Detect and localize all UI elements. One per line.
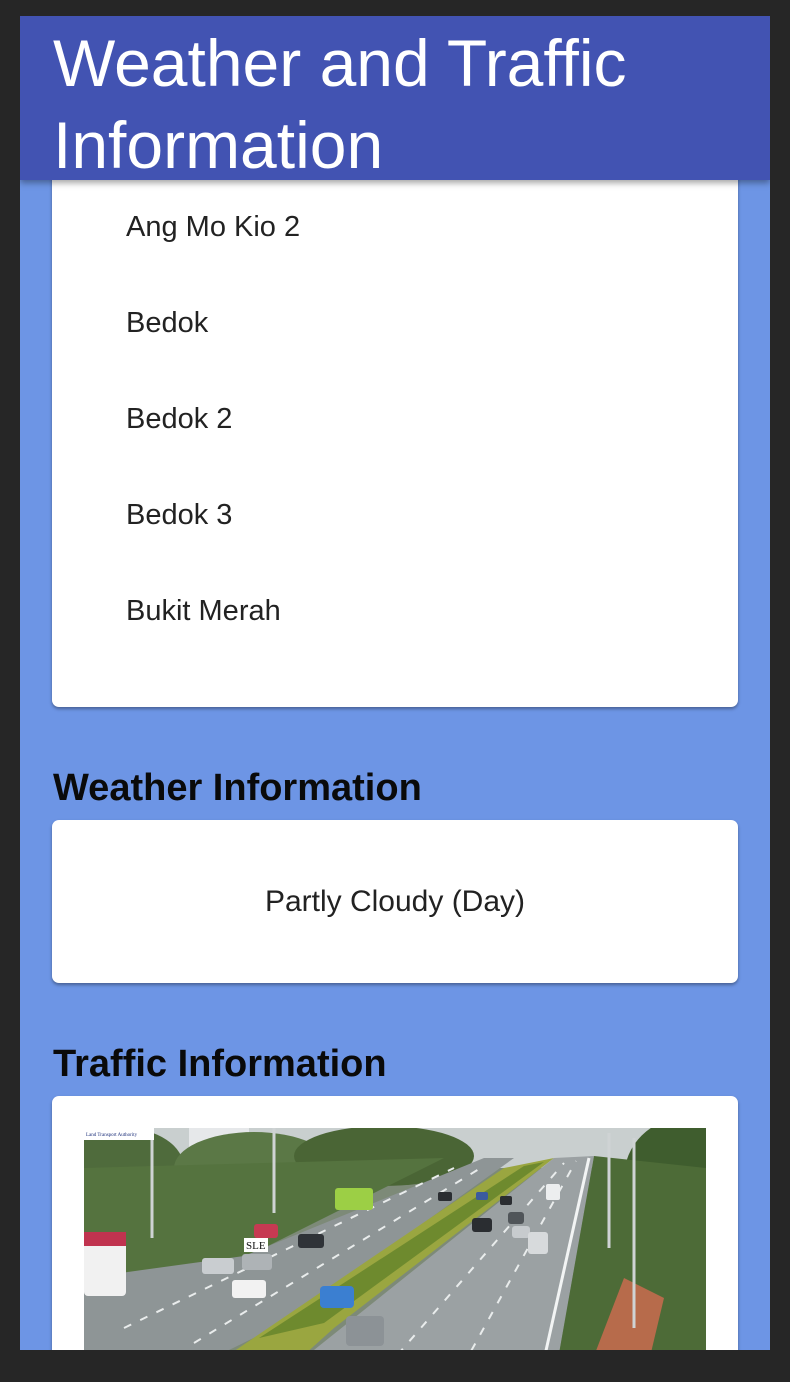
area-list-card: Ang Mo Kio 2 Bedok Bedok 2 Bedok 3 Bukit…: [52, 156, 738, 707]
road-sign-text: SLE: [246, 1240, 266, 1252]
lta-logo: Land Transport Authority: [86, 1133, 138, 1138]
area-item-bedok-3[interactable]: Bedok 3: [126, 495, 232, 535]
weather-card: Partly Cloudy (Day): [52, 820, 738, 983]
app-header: Weather and Traffic Information: [20, 16, 770, 182]
area-item-bedok[interactable]: Bedok: [126, 303, 208, 343]
traffic-card: SLE Land Transport Authority: [52, 1096, 738, 1350]
traffic-camera-image: SLE Land Transport Authority: [84, 1128, 706, 1350]
area-item-ang-mo-kio-2[interactable]: Ang Mo Kio 2: [126, 207, 300, 247]
traffic-section-title: Traffic Information: [53, 1043, 387, 1085]
weather-section-title: Weather Information: [53, 767, 422, 809]
area-item-bukit-merah[interactable]: Bukit Merah: [126, 591, 281, 631]
weather-forecast: Partly Cloudy (Day): [264, 885, 526, 918]
area-item-bedok-2[interactable]: Bedok 2: [126, 399, 232, 439]
app-viewport: Weather and Traffic Information Ang Mo K…: [20, 16, 770, 1350]
app-title: Weather and Traffic Information: [53, 26, 627, 182]
